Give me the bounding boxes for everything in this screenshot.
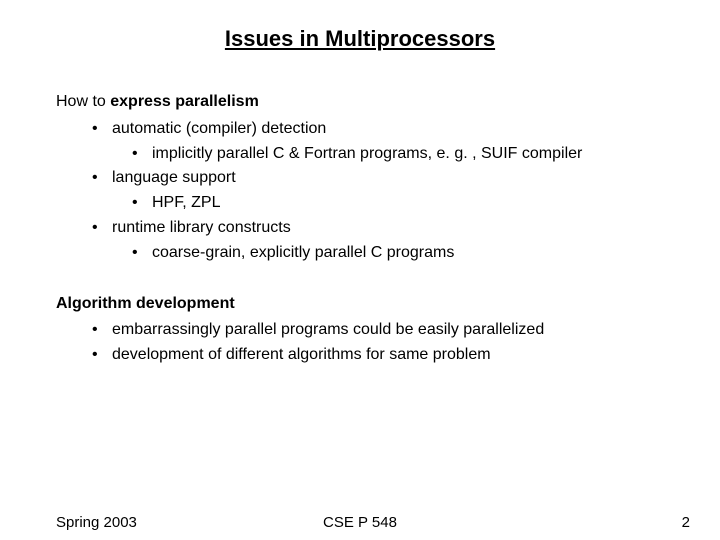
list-item: coarse-grain, explicitly parallel C prog…	[56, 241, 690, 266]
slide-title: Issues in Multiprocessors	[0, 0, 720, 52]
section1-intro-bold: express parallelism	[110, 93, 259, 110]
list-item-text: embarrassingly parallel programs could b…	[112, 321, 544, 338]
footer-page-number: 2	[682, 514, 690, 531]
list-item-text: HPF, ZPL	[152, 194, 220, 211]
list-item-text: coarse-grain, explicitly parallel C prog…	[152, 244, 454, 261]
section2-heading: Algorithm development	[56, 292, 690, 317]
list-item: HPF, ZPL	[56, 191, 690, 216]
footer-center: CSE P 548	[0, 514, 720, 531]
list-item-text: runtime library constructs	[112, 219, 291, 236]
list-item-text: development of different algorithms for …	[112, 346, 491, 363]
slide-body: How to express parallelism automatic (co…	[56, 90, 690, 368]
list-item: automatic (compiler) detection	[56, 117, 690, 142]
list-item-text: language support	[112, 169, 236, 186]
list-item: embarrassingly parallel programs could b…	[56, 318, 690, 343]
list-item-text: implicitly parallel C & Fortran programs…	[152, 145, 582, 162]
spacer	[56, 266, 690, 292]
list-item: language support	[56, 166, 690, 191]
list-item-text: automatic (compiler) detection	[112, 120, 326, 137]
list-item: implicitly parallel C & Fortran programs…	[56, 142, 690, 167]
list-item: runtime library constructs	[56, 216, 690, 241]
list-item: development of different algorithms for …	[56, 343, 690, 368]
slide: Issues in Multiprocessors How to express…	[0, 0, 720, 540]
section1-intro-plain: How to	[56, 93, 110, 110]
section1-heading: How to express parallelism	[56, 90, 690, 115]
